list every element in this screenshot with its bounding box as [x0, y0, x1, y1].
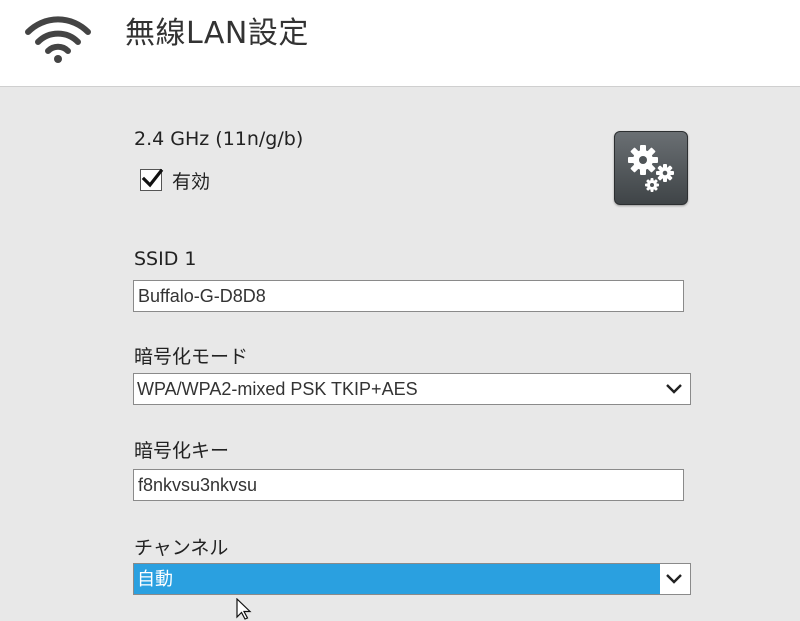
mouse-cursor-icon [236, 598, 252, 620]
encryption-mode-label: 暗号化モード [134, 346, 249, 368]
enable-checkbox[interactable] [140, 168, 164, 191]
channel-label: チャンネル [134, 537, 229, 559]
channel-select[interactable]: 自動 [133, 563, 691, 595]
encryption-mode-select[interactable]: WPA/WPA2-mixed PSK TKIP+AES [133, 373, 691, 405]
wireless-settings-button[interactable] [614, 131, 688, 205]
chevron-down-icon [666, 574, 682, 584]
band-label: 2.4 GHz (11n/g/b) [134, 128, 304, 150]
checkmark-icon [141, 168, 164, 188]
page-title: 無線LAN設定 [125, 16, 309, 51]
encryption-key-label: 暗号化キー [134, 440, 230, 462]
ssid-input[interactable]: Buffalo-G-D8D8 [133, 280, 684, 312]
channel-value: 自動 [134, 564, 660, 594]
gears-icon [628, 145, 674, 192]
page-header: 無線LAN設定 [0, 0, 800, 87]
enable-row: 有効 [140, 164, 210, 196]
encryption-key-input[interactable]: f8nkvsu3nkvsu [133, 469, 684, 501]
encryption-mode-value: WPA/WPA2-mixed PSK TKIP+AES [137, 379, 418, 399]
ssid-label: SSID 1 [134, 248, 197, 270]
enable-label: 有効 [172, 170, 211, 193]
wifi-icon [25, 16, 91, 63]
chevron-down-icon [666, 384, 682, 394]
